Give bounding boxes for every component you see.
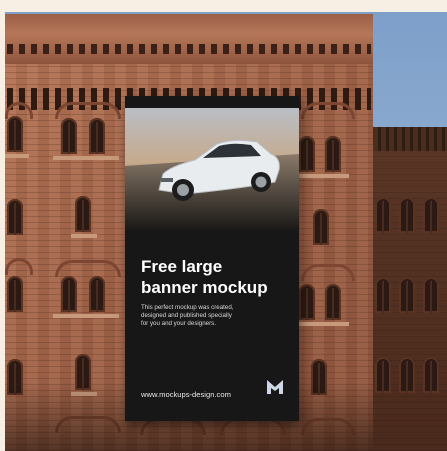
- window: [299, 136, 315, 172]
- window: [325, 284, 341, 320]
- background-building: [365, 127, 447, 451]
- window-arch: [301, 102, 355, 119]
- window: [7, 276, 23, 312]
- banner-car-photo: [125, 108, 299, 230]
- window: [423, 197, 439, 233]
- window-sill: [53, 314, 119, 318]
- window-sill: [297, 322, 349, 326]
- window-sill: [5, 154, 29, 158]
- window-arch: [55, 260, 121, 277]
- cornice-dentils: [7, 44, 371, 54]
- window: [375, 357, 391, 393]
- mockups-design-logo-icon: [267, 380, 283, 394]
- background-building-cornice: [365, 127, 447, 151]
- window: [89, 118, 105, 154]
- window: [423, 277, 439, 313]
- window: [423, 357, 439, 393]
- window: [325, 136, 341, 172]
- window-sill: [53, 156, 119, 160]
- window-arch: [55, 102, 121, 119]
- window: [299, 284, 315, 320]
- window-arch: [5, 258, 33, 275]
- window: [7, 116, 23, 152]
- window-sill: [297, 174, 349, 178]
- window: [399, 277, 415, 313]
- window: [75, 196, 91, 232]
- car-illustration: [125, 139, 299, 230]
- window: [375, 277, 391, 313]
- hanging-banner: Free large banner mockup This perfect mo…: [125, 96, 299, 421]
- photo-scene: Free large banner mockup This perfect mo…: [5, 12, 447, 451]
- window: [7, 199, 23, 235]
- banner-headline: Free large banner mockup: [141, 257, 268, 297]
- banner-body-text: This perfect mockup was created, designe…: [141, 304, 234, 327]
- window: [399, 357, 415, 393]
- window: [61, 276, 77, 312]
- window: [399, 197, 415, 233]
- window: [313, 209, 329, 245]
- building-cornice: [5, 14, 373, 64]
- window: [61, 118, 77, 154]
- window: [89, 276, 105, 312]
- window-arch: [301, 264, 355, 281]
- window: [375, 197, 391, 233]
- window-sill: [71, 234, 97, 238]
